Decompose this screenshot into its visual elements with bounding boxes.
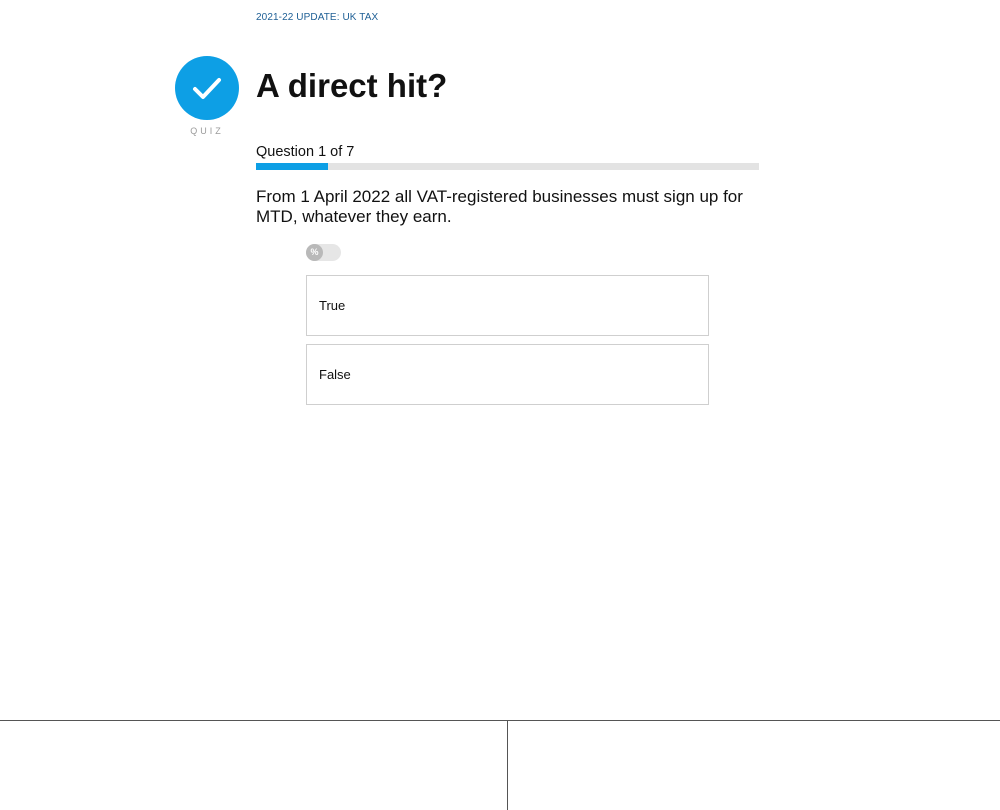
quiz-badge <box>175 56 239 120</box>
breadcrumb[interactable]: 2021-22 UPDATE: UK TAX <box>256 12 378 23</box>
percent-icon: % <box>306 244 323 261</box>
percent-toggle[interactable]: % <box>306 244 341 261</box>
answer-option-false[interactable]: False <box>306 344 709 405</box>
answer-option-true[interactable]: True <box>306 275 709 336</box>
checkmark-icon <box>175 56 239 120</box>
footer-divider-vertical <box>507 720 508 810</box>
answer-option-label: False <box>319 367 351 382</box>
answer-option-label: True <box>319 298 346 313</box>
quiz-page: 2021-22 UPDATE: UK TAX QUIZ A direct hit… <box>0 0 1000 810</box>
footer-divider-horizontal <box>0 720 1000 721</box>
quiz-badge-label: QUIZ <box>190 126 224 136</box>
progress-label: Question 1 of 7 <box>256 144 355 160</box>
progress-bar-fill <box>256 163 328 170</box>
question-text: From 1 April 2022 all VAT-registered bus… <box>256 187 743 226</box>
progress-bar <box>256 163 759 170</box>
page-title: A direct hit? <box>256 67 448 104</box>
